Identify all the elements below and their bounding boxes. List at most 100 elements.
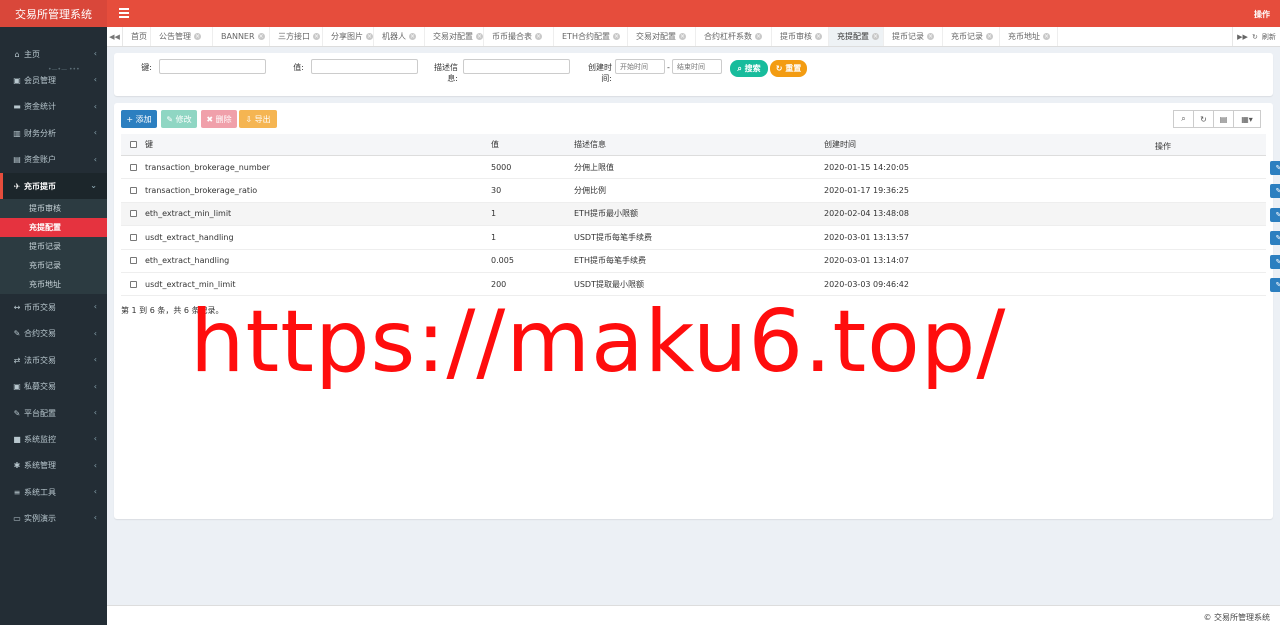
tab-close-icon[interactable]: × [257,33,265,40]
row-edit-button[interactable]: ✎编辑 [1270,161,1280,175]
tab-label: 币币撮合表 [492,32,532,41]
tab-label: 三方接口 [278,32,310,41]
tab-item[interactable]: 提币记录 × [884,27,943,46]
sidebar-item-demo[interactable]: ▭ 实例演示 ‹ [0,505,107,531]
table-row[interactable]: transaction_brokerage_ratio 30 分佣比例 2020-01… [121,179,1280,203]
tab-item[interactable]: 分享图片 × [323,27,374,46]
cell-value: 5000 [491,162,512,172]
table-search-icon[interactable]: ⌕ [1173,110,1194,128]
row-checkbox[interactable] [129,163,137,171]
tab-close-icon[interactable]: × [679,33,686,40]
select-all-checkbox[interactable] [129,141,137,148]
tab-close-icon[interactable]: × [1043,33,1050,40]
tab-item[interactable]: 充提配置 × [829,27,884,46]
add-button[interactable]: + 添加 [121,110,157,128]
header-desc[interactable]: 描述信息 [574,139,824,150]
tab-item[interactable]: 合约杠杆系数 × [696,27,772,46]
tab-item[interactable]: 首页 [123,27,151,46]
table-refresh-icon[interactable]: ↻ [1193,110,1214,128]
row-checkbox[interactable] [129,257,137,265]
key-input[interactable] [159,59,266,74]
sidebar-subitem[interactable]: 充币地址 [0,275,107,295]
tab-item[interactable]: 交易对配置 × [628,27,696,46]
tab-item[interactable]: 机器人 × [374,27,425,46]
row-checkbox[interactable] [129,233,137,241]
sidebar-item-tools[interactable]: ≡ 系统工具 ‹ [0,479,107,505]
sidebar-item-account[interactable]: ▤ 资金账户 ‹ [0,147,107,173]
tab-close-icon[interactable]: × [313,33,320,40]
reset-button[interactable]: ↻ 重置 [770,60,807,77]
sidebar-subitem[interactable]: 充提配置 [0,218,107,238]
sidebar-subitem[interactable]: 充币记录 [0,256,107,276]
refresh-label[interactable]: 刷新 [1262,32,1276,42]
row-checkbox[interactable] [129,280,137,288]
table-row[interactable]: eth_extract_handling 0.005 ETH提币每笔手续费 2020-… [121,250,1280,273]
table-row[interactable]: transaction_brokerage_number 5000 分佣上限值 202… [121,156,1280,180]
sidebar-item-private[interactable]: ▣ 私募交易 ‹ [0,374,107,400]
sidebar-item-plane[interactable]: ✈ 充币提币 ⌄ [0,172,107,200]
refresh-icon[interactable]: ↻ [1252,33,1258,41]
tab-item[interactable]: 充币地址 × [1000,27,1058,46]
tab-close-icon[interactable]: × [815,33,822,40]
header-time[interactable]: 创建时间 [824,139,1060,150]
tab-close-icon[interactable]: × [755,33,762,40]
tab-close-icon[interactable]: × [535,33,542,40]
table-row[interactable]: eth_extract_min_limit 1 ETH提币最小限额 2020-02-0… [121,202,1280,227]
row-edit-button[interactable]: ✎编辑 [1270,207,1280,222]
tab-item[interactable]: 币币撮合表 × [484,27,554,46]
row-checkbox[interactable] [129,210,137,218]
sidebar-item-member[interactable]: ▣ 会员管理 ‹ [0,67,107,93]
top-right-action[interactable]: 操作 [1254,9,1270,20]
tab-close-icon[interactable]: × [194,33,201,40]
table-toggle-view-icon[interactable]: ▤ [1213,110,1234,128]
delete-button[interactable]: ✖ 删除 [201,110,237,128]
tab-close-icon[interactable]: × [986,33,993,40]
sidebar-item-contract[interactable]: ✎ 合约交易 ‹ [0,321,107,347]
tab-scroll-left-icon[interactable]: ◀◀ [107,27,123,46]
sidebar-subitem[interactable]: 提币审核 [0,199,107,219]
end-time-input[interactable] [672,59,722,74]
header-key[interactable]: 键 [145,139,491,150]
sidebar-item-platform[interactable]: ✎ 平台配置 ‹ [0,400,107,426]
sidebar-item-money[interactable]: ▬ 资金统计 ‹ [0,94,107,120]
tab-close-icon[interactable]: × [872,33,879,40]
desc-input[interactable] [463,59,570,74]
table-columns-icon[interactable]: ▦▾ [1233,110,1261,128]
value-input[interactable] [311,59,418,74]
sidebar-item-exchange[interactable]: ↔ 币币交易 ‹ [0,294,107,320]
tab-item[interactable]: 公告管理 × [151,27,213,46]
cell-time: 2020-01-17 19:36:25 [824,186,909,196]
sidebar-item-monitor[interactable]: ■ 系统监控 ‹ [0,426,107,452]
row-edit-button[interactable]: ✎编辑 [1270,254,1280,269]
start-time-input[interactable] [615,59,665,74]
tab-item[interactable]: 交易对配置 × [425,27,484,46]
row-checkbox[interactable] [129,187,137,195]
tab-item[interactable]: 提币审核 × [772,27,829,46]
sidebar-item-chart[interactable]: ▥ 财务分析 ‹ [0,120,107,146]
search-button[interactable]: ⌕ 搜索 [730,60,768,77]
table-row[interactable]: usdt_extract_handling 1 USDT提币每笔手续费 2020-03… [121,226,1280,250]
tab-close-icon[interactable]: × [612,33,620,40]
tab-item[interactable]: ETH合约配置 × [554,27,628,46]
menu-toggle-icon[interactable] [119,8,129,19]
tab-item[interactable]: 充币记录 × [943,27,1000,46]
edit-icon: ✎ [1275,257,1280,266]
row-edit-button[interactable]: ✎编辑 [1270,277,1280,292]
platform-icon: ✎ [13,408,21,418]
tab-close-icon[interactable]: × [366,33,373,40]
tab-close-icon[interactable]: × [409,33,416,40]
export-button[interactable]: ⇩ 导出 [239,110,277,128]
sidebar-item-gear[interactable]: ✱ 系统管理 ‹ [0,453,107,479]
header-value[interactable]: 值 [491,139,574,150]
row-edit-button[interactable]: ✎编辑 [1270,184,1280,199]
tab-item[interactable]: 三方接口 × [270,27,323,46]
tab-close-icon[interactable]: × [476,33,483,40]
sidebar-item-home[interactable]: ⌂ 主页 ‹ [0,41,107,67]
tab-close-icon[interactable]: × [927,33,934,40]
row-edit-button[interactable]: ✎编辑 [1270,231,1280,246]
tab-item[interactable]: BANNER × [213,27,270,46]
sidebar-item-fiat[interactable]: ⇄ 法币交易 ‹ [0,347,107,373]
tab-scroll-right-icon[interactable]: ▶▶ [1237,33,1248,41]
sidebar-subitem[interactable]: 提币记录 [0,237,107,257]
edit-button[interactable]: ✎ 修改 [161,110,197,128]
